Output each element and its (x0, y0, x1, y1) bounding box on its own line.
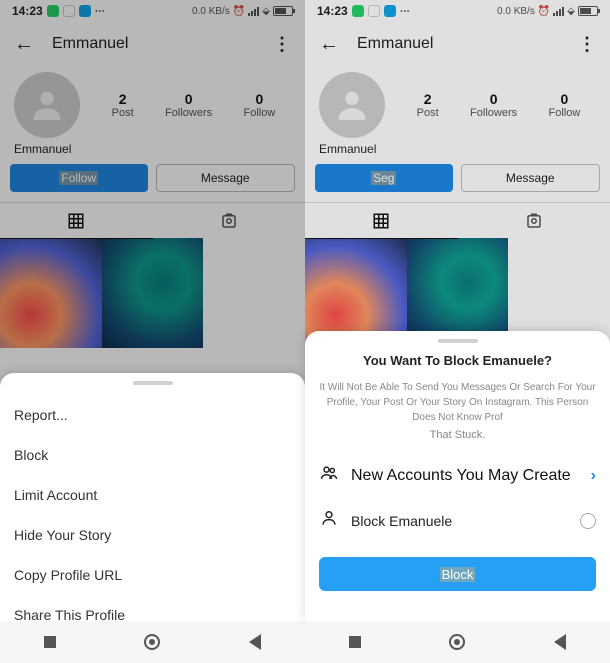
block-option-single[interactable]: Block Emanuele (319, 498, 596, 543)
chevron-right-icon: › (591, 467, 596, 485)
username-label: Emmanuel (0, 140, 305, 164)
nav-home-icon[interactable] (144, 634, 160, 650)
option-limit[interactable]: Limit Account (14, 475, 291, 515)
status-bar: 14:23 ⋯ 0.0 KB/s ⏰ ⬙ (0, 0, 305, 22)
radio-icon[interactable] (580, 513, 596, 529)
person-icon (319, 508, 339, 533)
block-option-new-accounts[interactable]: New Accounts You May Create › (319, 453, 596, 498)
more-notif-icon: ⋯ (400, 6, 411, 17)
more-notif-icon: ⋯ (95, 6, 106, 17)
option-report[interactable]: Report... (14, 395, 291, 435)
options-sheet: Report... Block Limit Account Hide Your … (0, 373, 305, 621)
tab-grid[interactable] (305, 203, 458, 238)
playstore-icon (79, 5, 91, 17)
avatar[interactable] (14, 72, 80, 138)
tab-tagged[interactable] (153, 203, 306, 238)
nav-recents-icon[interactable] (349, 636, 361, 648)
sheet-grabber[interactable] (438, 339, 478, 343)
block-confirm-button[interactable]: Block (319, 557, 596, 591)
alarm-icon: ⏰ (538, 6, 550, 17)
playstore-icon (384, 5, 396, 17)
gmail-icon (368, 5, 380, 17)
option-copy-url[interactable]: Copy Profile URL (14, 555, 291, 595)
tab-grid[interactable] (0, 203, 153, 238)
sheet-grabber[interactable] (133, 381, 173, 385)
status-time: 14:23 (12, 4, 43, 18)
block-confirm-sheet: You Want To Block Emanuele? It Will Not … (305, 331, 610, 621)
option-block[interactable]: Block (14, 435, 291, 475)
stat-following[interactable]: 0Follow (243, 91, 275, 119)
stat-followers[interactable]: 0Followers (470, 91, 517, 119)
nav-back-icon[interactable] (554, 634, 566, 650)
block-desc-tail: That Stuck. (319, 429, 596, 441)
page-title: Emmanuel (52, 35, 128, 53)
people-icon (319, 463, 339, 488)
post-thumbnail[interactable] (0, 238, 102, 348)
back-icon[interactable]: ← (319, 33, 339, 56)
stat-posts[interactable]: 2Post (417, 91, 439, 119)
whatsapp-icon (47, 5, 59, 17)
status-time: 14:23 (317, 4, 348, 18)
message-button[interactable]: Message (156, 164, 296, 192)
signal-icon (248, 7, 259, 16)
alarm-icon: ⏰ (233, 6, 245, 17)
nav-back-icon[interactable] (249, 634, 261, 650)
page-title: Emmanuel (357, 35, 433, 53)
signal-icon (553, 7, 564, 16)
net-speed: 0.0 KB/s (497, 6, 535, 17)
back-icon[interactable]: ← (14, 33, 34, 56)
wifi-icon: ⬙ (262, 6, 270, 17)
gmail-icon (63, 5, 75, 17)
follow-button[interactable]: Follow (10, 164, 148, 192)
stat-posts[interactable]: 2Post (112, 91, 134, 119)
wifi-icon: ⬙ (567, 6, 575, 17)
status-bar: 14:23 ⋯ 0.0 KB/s ⏰ ⬙ (305, 0, 610, 22)
nav-bar (305, 621, 610, 663)
post-thumbnail[interactable] (102, 238, 204, 348)
whatsapp-icon (352, 5, 364, 17)
username-label: Emmanuel (305, 140, 610, 164)
option-hide-story[interactable]: Hide Your Story (14, 515, 291, 555)
net-speed: 0.0 KB/s (192, 6, 230, 17)
tab-tagged[interactable] (458, 203, 610, 238)
menu-icon[interactable]: ⋮ (273, 34, 291, 55)
nav-bar (0, 621, 305, 663)
avatar[interactable] (319, 72, 385, 138)
nav-recents-icon[interactable] (44, 636, 56, 648)
nav-home-icon[interactable] (449, 634, 465, 650)
block-option-label: Block Emanuele (351, 513, 568, 529)
block-title: You Want To Block Emanuele? (319, 353, 596, 368)
post-empty (203, 238, 305, 348)
message-button[interactable]: Message (461, 164, 601, 192)
battery-icon (578, 6, 598, 16)
app-bar: ← Emmanuel ⋮ (305, 22, 610, 66)
battery-icon (273, 6, 293, 16)
stat-followers[interactable]: 0Followers (165, 91, 212, 119)
menu-icon[interactable]: ⋮ (578, 34, 596, 55)
follow-button[interactable]: Seg (315, 164, 453, 192)
app-bar: ← Emmanuel ⋮ (0, 22, 305, 66)
stat-following[interactable]: 0Follow (548, 91, 580, 119)
block-option-label: New Accounts You May Create (351, 467, 579, 485)
block-description: It Will Not Be Able To Send You Messages… (319, 380, 596, 425)
